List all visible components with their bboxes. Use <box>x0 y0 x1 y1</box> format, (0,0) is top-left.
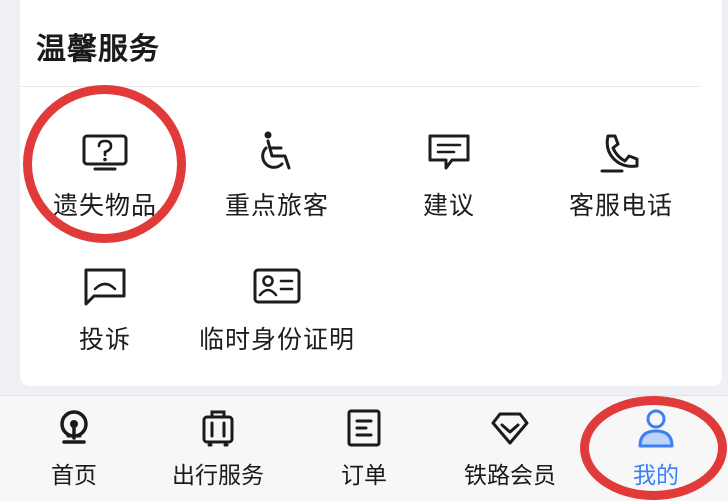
luggage-icon <box>148 408 288 448</box>
service-lost-items[interactable]: 遗失物品 <box>20 130 190 222</box>
service-label: 临时身份证明 <box>198 325 355 354</box>
tab-railway-membership[interactable]: 铁路会员 <box>440 408 580 490</box>
tab-home[interactable]: 首页 <box>4 408 144 490</box>
tab-label: 首页 <box>51 463 97 489</box>
bottom-tab-bar: 首页 出行服务 订单 铁路会员 我的 <box>0 395 728 501</box>
tab-mine[interactable]: 我的 <box>586 408 726 490</box>
id-card-icon <box>192 264 362 308</box>
tab-label: 我的 <box>633 463 679 489</box>
service-label: 遗失物品 <box>52 191 157 220</box>
tab-orders[interactable]: 订单 <box>294 408 434 490</box>
train-logo-icon <box>4 408 144 448</box>
tab-travel-services[interactable]: 出行服务 <box>148 408 288 490</box>
wheelchair-icon <box>192 130 362 174</box>
tab-label: 订单 <box>341 463 387 489</box>
diamond-icon <box>440 408 580 448</box>
service-priority-passenger[interactable]: 重点旅客 <box>192 130 362 222</box>
service-label: 重点旅客 <box>224 191 329 220</box>
section-title: 温馨服务 <box>36 32 160 67</box>
order-document-icon <box>294 408 434 448</box>
user-icon <box>586 408 726 448</box>
service-complaint[interactable]: 投诉 <box>20 264 190 356</box>
complaint-icon <box>20 264 190 308</box>
service-label: 客服电话 <box>568 191 673 220</box>
section-divider <box>20 86 700 87</box>
service-temporary-id[interactable]: 临时身份证明 <box>192 264 362 356</box>
service-customer-phone[interactable]: 客服电话 <box>536 130 706 222</box>
tab-label: 出行服务 <box>172 463 264 489</box>
service-label: 建议 <box>422 191 475 220</box>
chat-bubble-icon <box>364 130 534 174</box>
tab-label: 铁路会员 <box>464 463 556 489</box>
service-label: 投诉 <box>78 325 131 354</box>
service-suggestion[interactable]: 建议 <box>364 130 534 222</box>
phone-icon <box>536 130 706 174</box>
lost-item-icon <box>20 130 190 174</box>
